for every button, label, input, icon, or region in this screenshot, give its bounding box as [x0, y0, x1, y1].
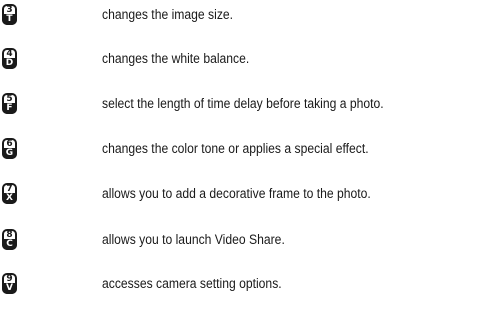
key-5-icon: 5 F: [2, 93, 17, 114]
key-row-4: 4 D changes the white balance.: [0, 48, 493, 70]
key-4-letter: D: [2, 58, 17, 69]
key-row-9: 9 V accesses camera setting options.: [0, 273, 493, 295]
key-5-letter: F: [2, 103, 17, 114]
key-7-letter: X: [2, 193, 17, 204]
key-3-icon: 3 T: [2, 4, 17, 25]
key-4-icon: 4 D: [2, 48, 17, 69]
key-9-letter: V: [2, 283, 17, 294]
key-9-description: accesses camera setting options.: [102, 276, 282, 291]
key-3-letter: T: [2, 14, 17, 25]
key-8-icon: 8 C: [2, 229, 17, 250]
key-row-8: 8 C allows you to launch Video Share.: [0, 229, 493, 251]
key-row-3: 3 T changes the image size.: [0, 4, 493, 26]
key-5-description: select the length of time delay before t…: [102, 96, 384, 111]
key-8-letter: C: [2, 239, 17, 250]
key-row-6: 6 G changes the color tone or applies a …: [0, 138, 493, 160]
key-3-description: changes the image size.: [102, 7, 234, 22]
key-row-5: 5 F select the length of time delay befo…: [0, 93, 493, 115]
key-row-7: 7 X allows you to add a decorative frame…: [0, 183, 493, 205]
key-6-icon: 6 G: [2, 138, 17, 159]
key-4-description: changes the white balance.: [102, 51, 250, 66]
key-6-description: changes the color tone or applies a spec…: [102, 141, 369, 156]
key-8-description: allows you to launch Video Share.: [102, 232, 285, 247]
key-7-icon: 7 X: [2, 183, 17, 204]
key-6-letter: G: [2, 148, 17, 159]
key-7-description: allows you to add a decorative frame to …: [102, 186, 371, 201]
key-function-list: 3 T changes the image size. 4 D changes …: [0, 0, 493, 314]
key-9-icon: 9 V: [2, 273, 17, 294]
